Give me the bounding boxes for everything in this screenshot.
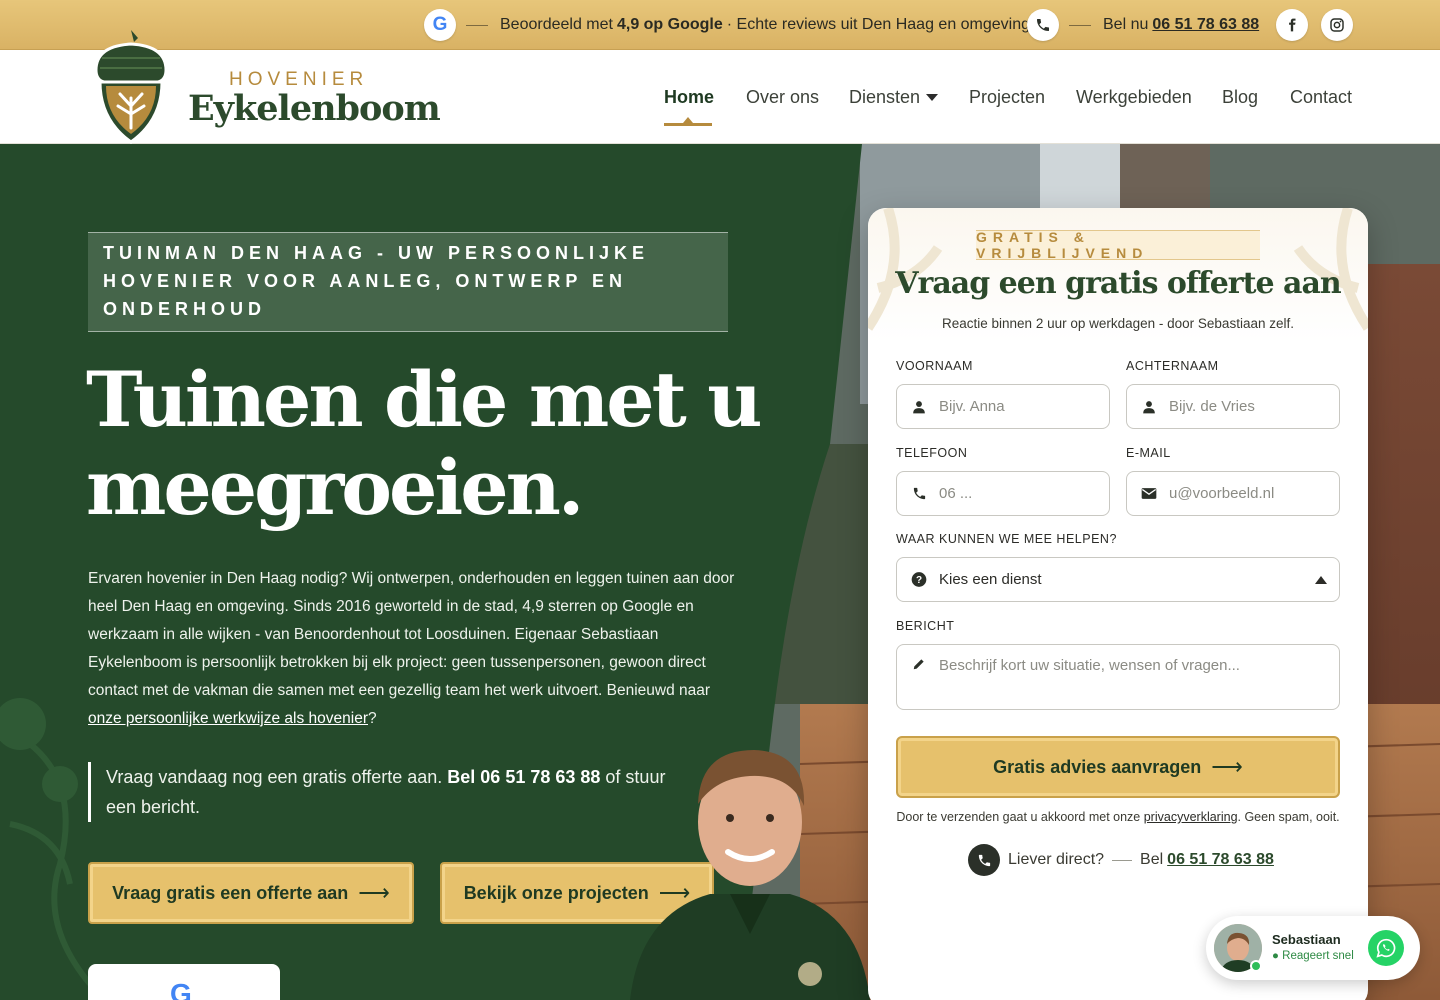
chat-status: ● Reageert snel [1272, 950, 1354, 962]
google-icon: G [170, 978, 192, 1000]
phone-icon [911, 486, 927, 501]
email-label: E-MAIL [1126, 446, 1171, 460]
chat-status-text: Reageert snel [1282, 950, 1354, 962]
service-value: Kies een dienst [939, 571, 1042, 588]
top-bar: G Beoordeeld met 4,9 op Google · Echte r… [0, 0, 1440, 50]
last-name-field[interactable]: Bijv. de Vries [1126, 384, 1340, 429]
facebook-icon[interactable] [1276, 9, 1308, 41]
first-name-field[interactable]: Bijv. Anna [896, 384, 1110, 429]
form-badge: GRATIS & VRIJBLIJVEND [976, 229, 1260, 261]
facebook-link[interactable] [1276, 9, 1308, 41]
hero-callout: Vraag vandaag nog een gratis offerte aan… [88, 762, 698, 822]
google-rating: G Beoordeeld met 4,9 op Google · Echte r… [424, 9, 1030, 41]
email-placeholder: u@voorbeeld.nl [1169, 485, 1275, 502]
main-navigation: HOVENIER Eykelenboom Home Over ons Diens… [0, 30, 1440, 144]
submit-label: Gratis advies aanvragen [993, 756, 1202, 777]
message-placeholder: Beschrijf kort uw situatie, wensen of vr… [939, 657, 1240, 674]
hero-description-text: Ervaren hovenier in Den Haag nodig? Wij … [88, 570, 735, 699]
instagram-link[interactable] [1321, 9, 1353, 41]
request-quote-button[interactable]: Vraag gratis een offerte aan ⟶ [88, 862, 414, 924]
dropdown-arrow-icon [1315, 576, 1327, 584]
form-title: Vraag een gratis offerte aan [895, 266, 1341, 301]
pencil-icon [911, 657, 927, 671]
direct-label: Liever direct? [1008, 851, 1105, 868]
privacy-prefix: Door te verzenden gaat u akkoord met onz… [896, 810, 1141, 824]
call-prefix: Bel nu [1103, 16, 1149, 33]
nav-diensten-label: Diensten [849, 87, 921, 107]
submit-button[interactable]: Gratis advies aanvragen ⟶ [896, 736, 1340, 798]
service-label: WAAR KUNNEN WE MEE HELPEN? [896, 532, 1117, 546]
nav-diensten[interactable]: Diensten [849, 87, 939, 108]
last-name-label: ACHTERNAAM [1126, 359, 1219, 373]
email-field[interactable]: u@voorbeeld.nl [1126, 471, 1340, 516]
user-icon [1141, 400, 1157, 414]
rating-prefix: Beoordeeld met [500, 16, 613, 33]
rating-value: 4,9 op Google [616, 16, 723, 33]
privacy-link[interactable]: privacyverklaring [1144, 810, 1238, 824]
werkwijze-link[interactable]: onze persoonlijke werkwijze als hovenier [88, 710, 368, 727]
hero-eyebrow: TUINMAN DEN HAAG - UW PERSOONLIJKE HOVEN… [88, 232, 728, 332]
quote-form-card: GRATIS & VRIJBLIJVEND Vraag een gratis o… [868, 208, 1368, 1000]
direct-call: Liever direct? Bel 06 51 78 63 88 [968, 844, 1274, 876]
topbar-phone-link[interactable]: 06 51 78 63 88 [1152, 16, 1259, 34]
mail-icon [1141, 487, 1157, 500]
nav-blog[interactable]: Blog [1222, 87, 1258, 108]
last-name-placeholder: Bijv. de Vries [1169, 398, 1255, 415]
acorn-logo-icon[interactable] [88, 28, 174, 148]
logo-name[interactable]: Eykelenboom [188, 88, 441, 129]
privacy-suffix: . Geen spam, ooit. [1237, 810, 1340, 824]
rating-suffix: · Echte reviews uit Den Haag en omgeving [726, 16, 1031, 33]
nav-projecten[interactable]: Projecten [969, 87, 1045, 108]
form-subtitle: Reactie binnen 2 uur op werkdagen - door… [942, 316, 1294, 331]
phone-icon [968, 844, 1000, 876]
callout-phone[interactable]: Bel 06 51 78 63 88 [447, 767, 600, 787]
hero-title: Tuinen die met u meegroeien. [86, 356, 786, 532]
call-now[interactable]: Bel nu 06 51 78 63 88 [1027, 9, 1259, 41]
first-name-label: VOORNAAM [896, 359, 973, 373]
privacy-note: Door te verzenden gaat u akkoord met onz… [868, 810, 1368, 824]
whatsapp-chat-widget[interactable]: Sebastiaan ● Reageert snel [1206, 916, 1420, 980]
nav-contact[interactable]: Contact [1290, 87, 1352, 108]
phone-field[interactable]: 06 ... [896, 471, 1110, 516]
google-icon: G [424, 9, 456, 41]
online-status-dot [1250, 960, 1262, 972]
user-icon [911, 400, 927, 414]
help-circle-icon: ? [911, 571, 927, 588]
nav-werkgebieden[interactable]: Werkgebieden [1076, 87, 1192, 108]
callout-prefix: Vraag vandaag nog een gratis offerte aan… [106, 767, 443, 787]
hero-description-end: ? [368, 710, 377, 727]
phone-label: TELEFOON [896, 446, 968, 460]
caret-down-icon [926, 94, 939, 101]
svg-text:?: ? [916, 575, 922, 586]
hero-title-line1: Tuinen die met u [86, 355, 762, 444]
instagram-icon[interactable] [1321, 9, 1353, 41]
message-label: BERICHT [896, 619, 955, 633]
service-select[interactable]: ? Kies een dienst [896, 557, 1340, 602]
chat-name: Sebastiaan [1272, 932, 1341, 947]
nav-active-indicator [664, 117, 712, 126]
hero-description: Ervaren hovenier in Den Haag nodig? Wij … [88, 565, 738, 733]
direct-phone-link[interactable]: 06 51 78 63 88 [1167, 851, 1274, 869]
whatsapp-icon[interactable] [1368, 930, 1404, 966]
nav-home[interactable]: Home [664, 87, 714, 108]
hero-title-line2: meegroeien. [86, 443, 584, 532]
nav-over-ons[interactable]: Over ons [746, 87, 819, 108]
request-quote-label: Vraag gratis een offerte aan [112, 882, 349, 903]
phone-icon [1027, 9, 1059, 41]
google-review-card[interactable]: G [88, 964, 280, 1000]
direct-call-text: Bel [1140, 851, 1164, 868]
arrow-right-icon: ⟶ [1211, 754, 1243, 779]
form-header: GRATIS & VRIJBLIJVEND Vraag een gratis o… [868, 208, 1368, 343]
message-field[interactable]: Beschrijf kort uw situatie, wensen of vr… [896, 644, 1340, 710]
owner-portrait [630, 750, 870, 1000]
phone-placeholder: 06 ... [939, 485, 973, 502]
first-name-placeholder: Bijv. Anna [939, 398, 1005, 415]
arrow-right-icon: ⟶ [358, 880, 390, 905]
